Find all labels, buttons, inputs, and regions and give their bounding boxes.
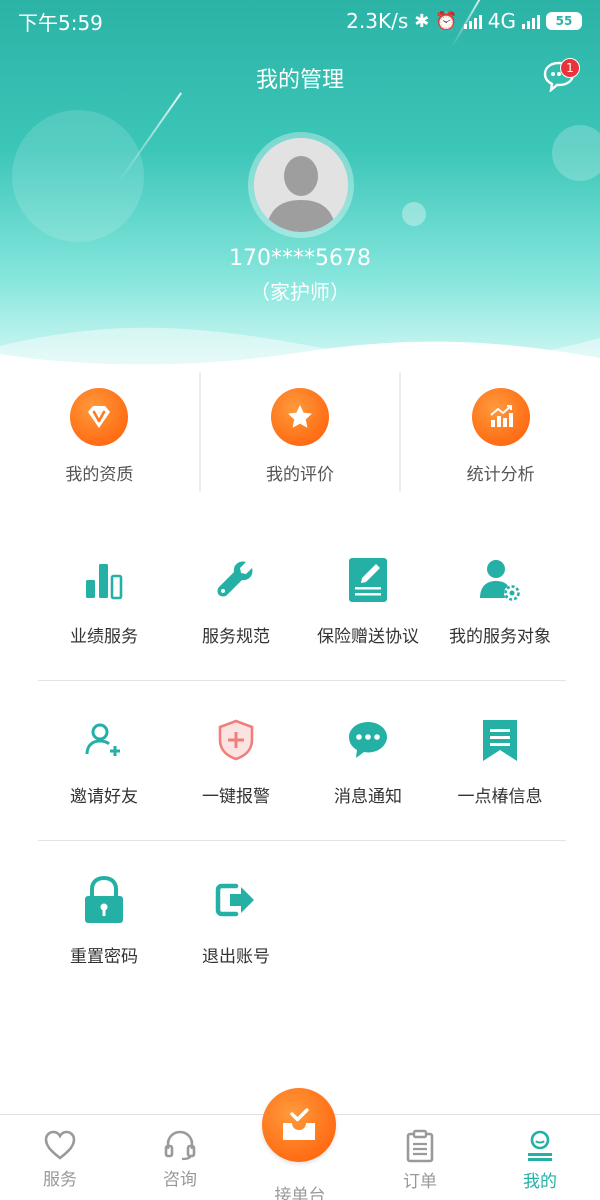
signal-icon bbox=[522, 13, 540, 29]
network-type: 4G bbox=[487, 9, 516, 33]
menu-row: 邀请好友 一键报警 消息通知 一点椿信息 bbox=[38, 712, 566, 807]
order-desk-button[interactable] bbox=[262, 1088, 336, 1162]
tab-mine-label: 我的 bbox=[523, 1172, 557, 1192]
one-key-alarm-item[interactable]: 一键报警 bbox=[170, 712, 302, 807]
service-standard-label: 服务规范 bbox=[202, 627, 270, 647]
message-notice-item[interactable]: 消息通知 bbox=[302, 712, 434, 807]
avatar[interactable] bbox=[248, 132, 354, 238]
reset-password-label: 重置密码 bbox=[70, 947, 138, 967]
top-categories: 我的资质 我的评价 统计分析 bbox=[0, 372, 600, 492]
tab-orders[interactable]: 订单 bbox=[360, 1115, 480, 1200]
logout-item[interactable]: 退出账号 bbox=[170, 872, 302, 967]
service-standard-item[interactable]: 服务规范 bbox=[170, 552, 302, 647]
logout-label: 退出账号 bbox=[202, 947, 270, 967]
performance-service-item[interactable]: 业绩服务 bbox=[38, 552, 170, 647]
one-key-alarm-label: 一键报警 bbox=[202, 787, 270, 807]
default-avatar-icon bbox=[254, 138, 348, 232]
tab-consult-label: 咨询 bbox=[163, 1170, 197, 1190]
service-target-item[interactable]: 我的服务对象 bbox=[434, 552, 566, 647]
header-wave bbox=[0, 327, 600, 372]
logout-icon bbox=[208, 872, 264, 928]
profile-icon bbox=[528, 1130, 552, 1161]
reset-password-item[interactable]: 重置密码 bbox=[38, 872, 170, 967]
divider bbox=[38, 680, 566, 681]
divider bbox=[38, 840, 566, 841]
status-time: 下午5:59 bbox=[18, 10, 103, 35]
wrench-icon bbox=[208, 552, 264, 608]
battery-icon: 55 bbox=[546, 12, 582, 30]
headset-icon bbox=[164, 1130, 196, 1161]
insurance-agreement-label: 保险赠送协议 bbox=[317, 627, 419, 647]
bar-chart-icon bbox=[76, 552, 132, 608]
user-gear-icon bbox=[472, 552, 528, 608]
user-add-icon bbox=[76, 712, 132, 768]
net-speed: 2.3K/s bbox=[346, 9, 409, 33]
performance-service-label: 业绩服务 bbox=[70, 627, 138, 647]
tab-consult[interactable]: 咨询 bbox=[120, 1115, 240, 1200]
message-notice-label: 消息通知 bbox=[334, 787, 402, 807]
tab-order-desk-label: 接单台 bbox=[274, 1186, 326, 1200]
qualification-label: 我的资质 bbox=[65, 465, 134, 485]
clipboard-icon bbox=[406, 1129, 434, 1163]
insurance-agreement-item[interactable]: 保险赠送协议 bbox=[302, 552, 434, 647]
tab-mine[interactable]: 我的 bbox=[480, 1115, 600, 1200]
yidianchun-info-label: 一点椿信息 bbox=[457, 787, 543, 807]
evaluation-item[interactable]: 我的评价 bbox=[201, 372, 402, 492]
shield-cross-icon bbox=[208, 712, 264, 768]
qualification-item[interactable]: 我的资质 bbox=[0, 372, 201, 492]
tab-service[interactable]: 服务 bbox=[0, 1115, 120, 1200]
message-badge: 1 bbox=[560, 58, 580, 78]
invite-friend-item[interactable]: 邀请好友 bbox=[38, 712, 170, 807]
bookmark-list-icon bbox=[472, 712, 528, 768]
decor-bubble bbox=[402, 202, 426, 226]
service-target-label: 我的服务对象 bbox=[449, 627, 551, 647]
menu-row: 业绩服务 服务规范 保险赠送协议 我的服务对象 bbox=[38, 552, 566, 647]
page-title: 我的管理 bbox=[255, 68, 344, 93]
document-pen-icon bbox=[340, 552, 396, 608]
evaluation-label: 我的评价 bbox=[266, 465, 334, 485]
statistics-item[interactable]: 统计分析 bbox=[401, 372, 600, 492]
statistics-label: 统计分析 bbox=[466, 465, 535, 485]
bluetooth-icon: ✱ bbox=[414, 10, 430, 32]
chart-trend-icon bbox=[471, 388, 530, 446]
yidianchun-info-item[interactable]: 一点椿信息 bbox=[434, 712, 566, 807]
decor-bubble bbox=[12, 110, 144, 242]
signal-icon bbox=[463, 13, 482, 29]
vip-badge-icon bbox=[70, 388, 129, 446]
user-role: （家护师） bbox=[250, 280, 350, 304]
chat-bubble-icon bbox=[340, 712, 396, 768]
decor-bubble bbox=[552, 125, 600, 181]
lock-icon bbox=[76, 872, 132, 928]
menu-row: 重置密码 退出账号 bbox=[38, 872, 566, 967]
tab-orders-label: 订单 bbox=[403, 1172, 437, 1192]
heart-icon bbox=[44, 1130, 76, 1160]
alarm-icon: ⏰ bbox=[435, 10, 458, 32]
tab-service-label: 服务 bbox=[43, 1170, 77, 1190]
user-phone: 170****5678 bbox=[229, 246, 371, 271]
invite-friend-label: 邀请好友 bbox=[70, 787, 138, 807]
star-icon bbox=[271, 388, 329, 446]
inbox-check-icon bbox=[283, 1108, 315, 1140]
status-bar: 下午5:59 2.3K/s ✱ ⏰ 4G 55 bbox=[0, 0, 600, 42]
